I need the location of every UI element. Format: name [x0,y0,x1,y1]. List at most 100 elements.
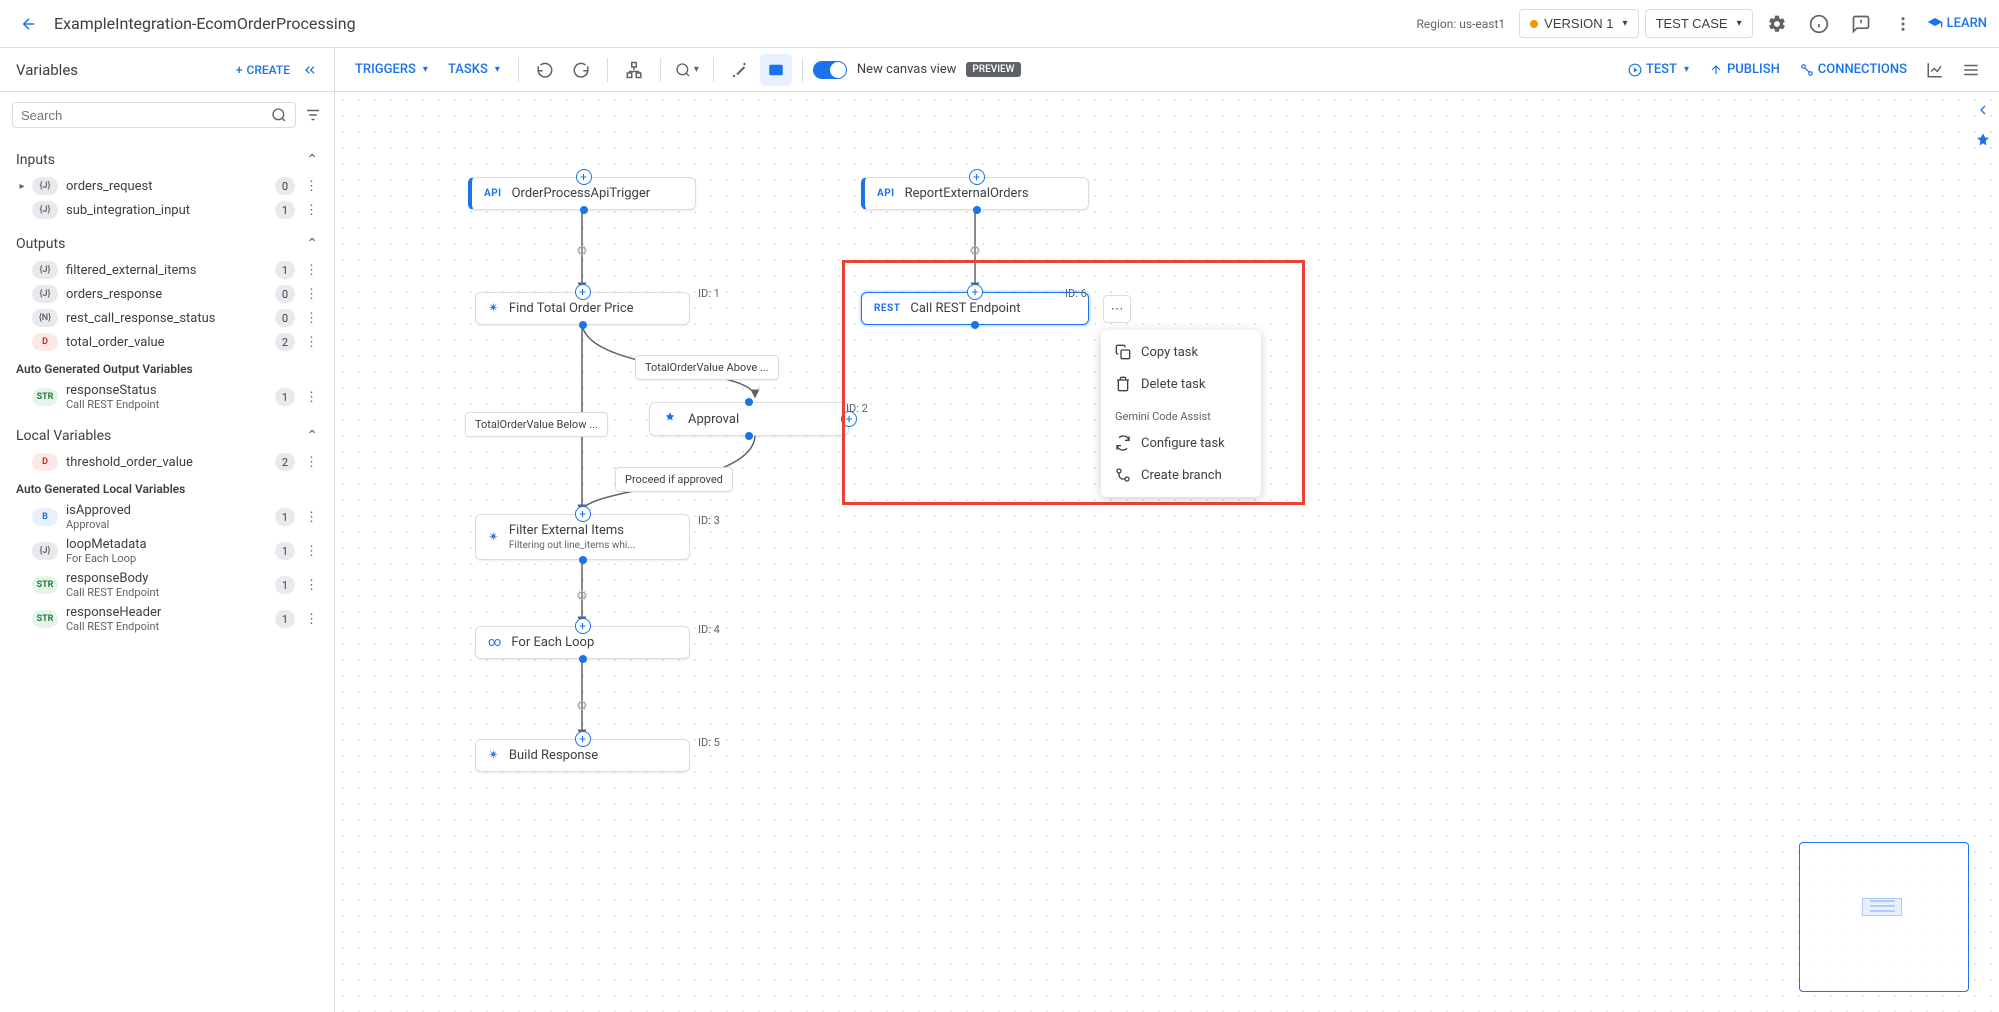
variable-row[interactable]: {J} sub_integration_input 1 ⋮ [12,198,322,222]
variable-row[interactable]: {N} rest_call_response_status 0 ⋮ [12,306,322,330]
undo-icon[interactable] [529,54,561,86]
more-icon[interactable]: ⋮ [301,510,322,525]
more-icon[interactable]: ⋮ [301,390,322,405]
more-icon[interactable]: ⋮ [301,612,322,627]
gear-icon[interactable]: ⚙ [573,697,591,715]
version-dropdown[interactable]: VERSION 1 [1519,9,1638,38]
layout-icon[interactable] [618,54,650,86]
test-button[interactable]: TEST [1620,56,1697,83]
variable-row[interactable]: STR responseStatus Call REST Endpoint 1 … [12,380,322,414]
task-node-build[interactable]: ✴ Build Response + [475,739,690,772]
more-icon[interactable] [1885,6,1921,42]
variable-row[interactable]: {J} filtered_external_items 1 ⋮ [12,258,322,282]
edge-label[interactable]: TotalOrderValue Below ... [465,412,608,437]
canvas[interactable]: ⚙ ⚙ ⚙ ⚙ API OrderProcessApiTrigger + API… [335,92,1999,1012]
create-variable-button[interactable]: + CREATE [236,63,290,77]
variable-row[interactable]: B isApprovedApproval 1 ⋮ [12,500,322,534]
triggers-dropdown[interactable]: TRIGGERS [347,56,436,83]
variable-row[interactable]: ▸ {J} orders_request 0 ⋮ [12,174,322,198]
datamapping-icon: ✴ [488,530,499,545]
approval-icon [662,411,678,427]
variable-row[interactable]: STR responseBodyCall REST Endpoint 1 ⋮ [12,568,322,602]
redo-icon[interactable] [565,54,597,86]
more-icon[interactable]: ⋮ [301,544,322,559]
feedback-icon[interactable] [1843,6,1879,42]
variable-row[interactable]: {J} loopMetadataFor Each Loop 1 ⋮ [12,534,322,568]
gear-icon[interactable]: ⚙ [966,242,984,260]
add-icon[interactable]: + [969,169,985,185]
canvas-view-icon[interactable] [760,54,792,86]
chevron-up-icon: ⌃ [306,428,318,444]
gear-icon[interactable]: ⚙ [573,587,591,605]
list-icon[interactable] [1955,54,1987,86]
back-button[interactable] [12,7,46,41]
menu-group-label: Gemini Code Assist [1101,400,1261,427]
add-icon[interactable]: + [575,618,591,634]
trigger-node-reportexternal[interactable]: API ReportExternalOrders + [861,177,1089,210]
trigger-node-orderprocess[interactable]: API OrderProcessApiTrigger + [468,177,696,210]
add-icon[interactable]: + [575,284,591,300]
datamapping-icon: ✴ [488,748,499,763]
connections-button[interactable]: CONNECTIONS [1792,56,1915,83]
tasks-dropdown[interactable]: TASKS [440,56,508,83]
outputs-section-header[interactable]: Outputs ⌃ [12,230,322,258]
integration-title: ExampleIntegration-EcomOrderProcessing [54,14,1417,33]
zoom-icon[interactable] [671,54,703,86]
edge-label[interactable]: TotalOrderValue Above ... [635,355,779,380]
more-icon[interactable]: ⋮ [301,287,322,302]
learn-button[interactable]: LEARN [1927,16,1987,32]
node-id-label: ID: 2 [846,402,868,415]
pin-icon[interactable] [1975,132,1991,148]
more-icon[interactable]: ⋮ [301,203,322,218]
add-icon[interactable]: + [576,169,592,185]
task-node-loop[interactable]: ∞ For Each Loop + [475,626,690,659]
variable-row[interactable]: D threshold_order_value 2 ⋮ [12,450,322,474]
node-id-label: ID: 1 [698,287,720,300]
more-icon[interactable]: ⋮ [301,179,322,194]
right-rail [1967,92,1999,148]
edge-label[interactable]: Proceed if approved [615,467,733,492]
minimap[interactable] [1799,842,1969,992]
wand-icon[interactable] [724,54,756,86]
search-input[interactable] [12,102,296,128]
expand-panel-icon[interactable] [1975,102,1991,118]
variable-row[interactable]: STR responseHeaderCall REST Endpoint 1 ⋮ [12,602,322,636]
variable-row[interactable]: {J} orders_response 0 ⋮ [12,282,322,306]
settings-icon[interactable] [1759,6,1795,42]
task-node-approval[interactable]: Approval + [649,402,849,436]
add-icon[interactable]: + [575,731,591,747]
add-icon[interactable]: + [967,284,983,300]
top-header: ExampleIntegration-EcomOrderProcessing R… [0,0,1999,48]
node-id-label: ID: 6 [1065,287,1087,300]
loop-icon: ∞ [488,635,501,650]
gear-icon[interactable]: ⚙ [573,242,591,260]
inputs-section-header[interactable]: Inputs ⌃ [12,146,322,174]
filter-icon[interactable] [304,106,322,124]
auto-local-label: Auto Generated Local Variables [12,474,322,500]
menu-item-copy[interactable]: Copy task [1101,336,1261,368]
sidebar-title: Variables [16,61,236,79]
metrics-icon[interactable] [1919,54,1951,86]
menu-item-configure[interactable]: Configure task [1101,427,1261,459]
menu-item-branch[interactable]: Create branch [1101,459,1261,491]
task-node-filter[interactable]: ✴ Filter External Items Filtering out li… [475,514,690,560]
task-node-rest[interactable]: REST Call REST Endpoint + [861,292,1089,325]
publish-button[interactable]: PUBLISH [1701,56,1788,83]
task-node-find-total[interactable]: ✴ Find Total Order Price + [475,292,690,325]
menu-item-delete[interactable]: Delete task [1101,368,1261,400]
more-icon[interactable]: ⋮ [301,335,322,350]
info-icon[interactable] [1801,6,1837,42]
variable-row[interactable]: D total_order_value 2 ⋮ [12,330,322,354]
more-icon[interactable]: ⋮ [301,578,322,593]
add-icon[interactable]: + [575,506,591,522]
more-icon[interactable]: ⋮ [301,263,322,278]
more-icon[interactable]: ⋮ [301,455,322,470]
node-more-button[interactable]: ⋯ [1103,295,1131,323]
testcase-dropdown[interactable]: TEST CASE [1645,9,1753,38]
canvas-view-toggle[interactable] [813,61,847,79]
collapse-sidebar-icon[interactable] [302,62,318,78]
more-icon[interactable]: ⋮ [301,311,322,326]
expand-icon[interactable]: ▸ [12,181,32,192]
local-section-header[interactable]: Local Variables ⌃ [12,422,322,450]
search-icon [271,107,287,123]
